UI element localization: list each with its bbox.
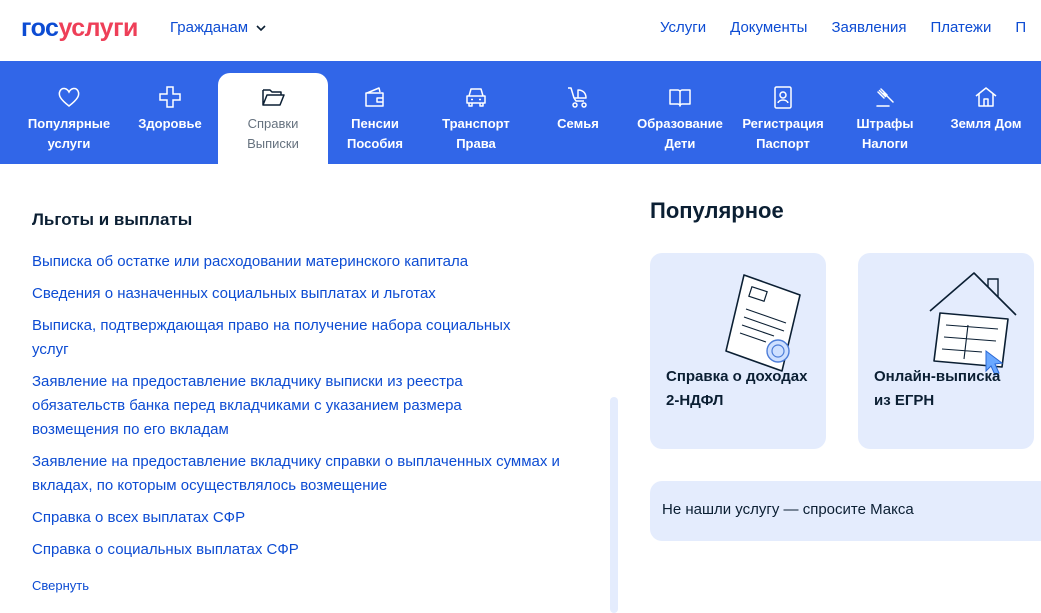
service-link[interactable]: Сведения о назначенных социальных выплат… — [32, 282, 592, 306]
category-label: Пенсии — [351, 116, 399, 131]
category-label: Земля Дом — [950, 116, 1022, 131]
category-transport[interactable]: Транспорт Права — [430, 61, 522, 164]
service-link[interactable]: Заявление на предоставление вкладчику вы… — [32, 370, 502, 442]
category-popular[interactable]: Популярные услуги — [18, 61, 120, 164]
ask-max-banner[interactable]: Не нашли услугу — спросите Макса — [650, 481, 1041, 541]
category-health[interactable]: Здоровье — [130, 61, 210, 164]
category-label: Образование — [637, 116, 723, 131]
nav-applications[interactable]: Заявления — [831, 19, 906, 36]
folder-icon — [262, 89, 285, 106]
category-label: Регистрация — [742, 116, 824, 131]
service-link[interactable]: Справка о всех выплатах СФР — [32, 506, 592, 530]
category-family[interactable]: Семья — [540, 61, 616, 164]
scrollbar[interactable] — [610, 397, 618, 613]
gavel-icon — [876, 88, 894, 107]
category-sublabel: Налоги — [861, 136, 909, 151]
car-icon — [466, 88, 486, 107]
category-sublabel: Пособия — [347, 136, 403, 151]
category-sublabel: Права — [456, 136, 496, 151]
category-label: Справки — [247, 116, 299, 131]
category-label: Семья — [557, 116, 599, 131]
card-egrn-extract[interactable]: Онлайн-выписка из ЕГРН — [858, 253, 1034, 449]
category-label: Популярные — [27, 116, 111, 131]
chevron-down-icon — [256, 24, 266, 31]
wallet-icon — [365, 87, 384, 107]
service-link[interactable]: Выписка, подтверждающая право на получен… — [32, 314, 547, 362]
house-document-illustration — [929, 272, 1017, 376]
category-label: Транспорт — [442, 116, 510, 131]
service-link[interactable]: Выписка об остатке или расходовании мате… — [32, 250, 592, 274]
house-icon — [975, 87, 997, 107]
nav-documents[interactable]: Документы — [730, 19, 807, 36]
audience-label: Гражданам — [170, 19, 249, 36]
gosuslugi-logo[interactable]: госуслуги — [21, 14, 138, 42]
category-certificates[interactable]: Справки Выписки — [218, 73, 328, 164]
nav-payments[interactable]: Платежи — [931, 19, 992, 36]
audience-selector[interactable]: Гражданам — [170, 19, 266, 36]
header: госуслуги Гражданам Услуги Документы Зая… — [0, 0, 1041, 61]
service-link[interactable]: Справка о социальных выплатах СФР — [32, 538, 592, 562]
card-title: Онлайн-выписка из ЕГРН — [874, 368, 1001, 409]
top-navigation: Услуги Документы Заявления Платежи П — [660, 19, 1041, 36]
category-sublabel: услуги — [47, 136, 91, 151]
category-land-house[interactable]: Земля Дом — [944, 61, 1028, 164]
category-fines[interactable]: Штрафы Налоги — [846, 61, 924, 164]
service-links-list: Выписка об остатке или расходовании мате… — [32, 250, 592, 570]
card-title: Справка о доходах 2-НДФЛ — [666, 368, 808, 409]
stroller-icon — [568, 87, 587, 108]
heart-icon — [58, 87, 80, 107]
service-link[interactable]: Заявление на предоставление вкладчику сп… — [32, 450, 582, 498]
category-sublabel: Паспорт — [756, 136, 810, 151]
category-label: Здоровье — [138, 116, 202, 131]
id-card-icon — [774, 86, 792, 109]
section-title: Льготы и выплаты — [32, 210, 193, 229]
category-sublabel: Выписки — [247, 136, 299, 151]
popular-title: Популярное — [650, 198, 784, 223]
medical-cross-icon — [159, 86, 181, 108]
nav-truncated-item[interactable]: П — [1015, 19, 1026, 36]
nav-services[interactable]: Услуги — [660, 19, 706, 36]
collapse-link[interactable]: Свернуть — [32, 578, 89, 593]
category-bar: Популярные услуги Здоровье Справки Выпис… — [0, 61, 1041, 164]
card-income-certificate[interactable]: Справка о доходах 2-НДФЛ — [650, 253, 826, 449]
category-education[interactable]: Образование Дети — [634, 61, 726, 164]
book-icon — [669, 89, 691, 107]
category-registration[interactable]: Регистрация Паспорт — [738, 61, 828, 164]
category-sublabel: Дети — [664, 136, 696, 151]
category-label: Штрафы — [856, 116, 914, 131]
document-illustration — [725, 274, 801, 372]
category-pensions[interactable]: Пенсии Пособия — [336, 61, 414, 164]
